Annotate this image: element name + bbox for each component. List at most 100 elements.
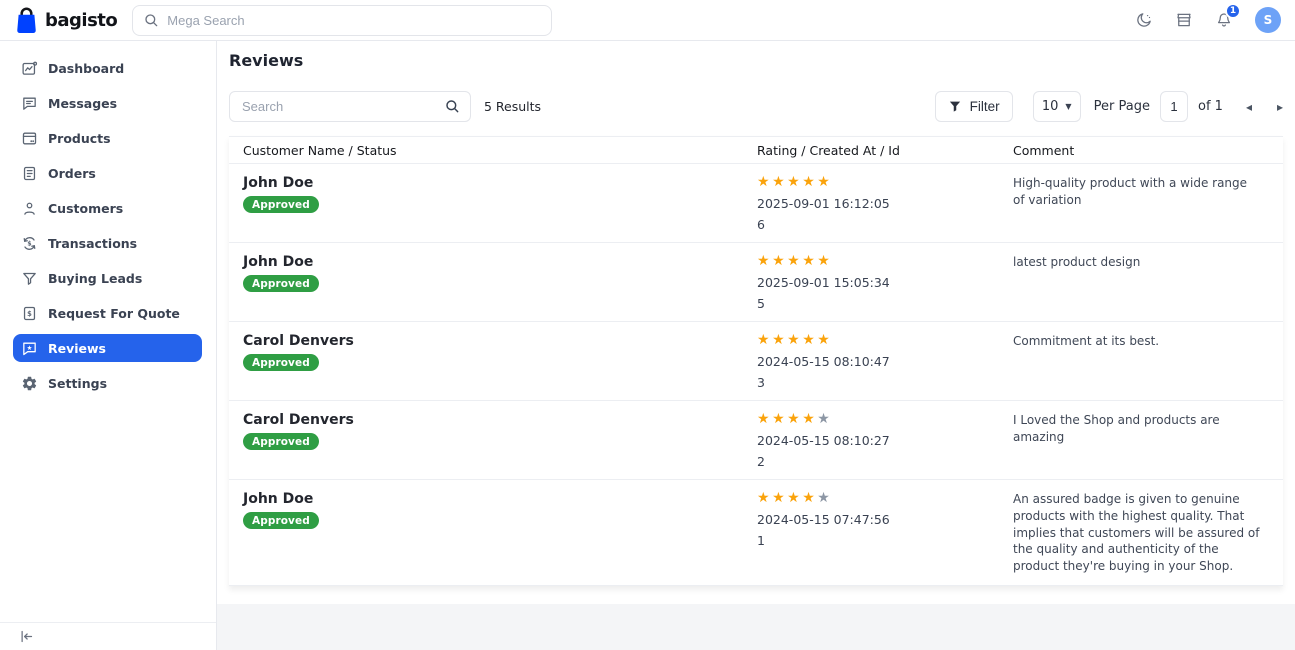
review-id: 3: [757, 375, 1013, 390]
customer-name: Carol Denvers: [243, 333, 757, 349]
mega-search-input[interactable]: [132, 5, 552, 36]
review-id: 2: [757, 454, 1013, 469]
status-badge: Approved: [243, 512, 319, 529]
user-avatar[interactable]: S: [1255, 7, 1281, 33]
per-page-label: Per Page: [1094, 99, 1150, 114]
collapse-sidebar-icon[interactable]: [19, 629, 34, 644]
page-background: [217, 604, 1295, 650]
star-icon: ★: [817, 253, 832, 269]
status-badge: Approved: [243, 275, 319, 292]
logo[interactable]: bagisto: [14, 7, 117, 34]
dashboard-icon: [20, 59, 38, 77]
sidebar-item-messages[interactable]: Messages: [13, 89, 202, 117]
table-row[interactable]: Carol Denvers Approved ★★★★★ 2024-05-15 …: [229, 322, 1283, 401]
rating-stars: ★★★★★: [757, 175, 1013, 189]
settings-icon: [20, 374, 38, 392]
review-comment: High-quality product with a wide range o…: [1013, 164, 1283, 242]
rating-stars: ★★★★★: [757, 491, 1013, 505]
created-at: 2024-05-15 08:10:27: [757, 433, 1013, 448]
status-badge: Approved: [243, 196, 319, 213]
column-header: Customer Name / Status: [229, 143, 757, 158]
mega-search: [132, 5, 552, 36]
svg-text:★: ★: [26, 343, 32, 351]
star-icon: ★: [787, 332, 802, 348]
sidebar: Dashboard Messages Products Orders Customers…: [0, 41, 217, 650]
funnel-icon: [948, 100, 962, 113]
sidebar-item-products[interactable]: Products: [13, 124, 202, 152]
notifications-bell-icon[interactable]: 1: [1215, 11, 1233, 29]
star-icon: ★: [787, 411, 802, 427]
customers-icon: [20, 199, 38, 217]
sidebar-item-reviews[interactable]: ★ Reviews: [13, 334, 202, 362]
per-page-select[interactable]: 10 ▼: [1033, 91, 1081, 122]
column-header: Comment: [1013, 143, 1283, 158]
review-id: 6: [757, 217, 1013, 232]
star-icon: ★: [772, 253, 787, 269]
review-comment: Commitment at its best.: [1013, 322, 1283, 400]
filter-button[interactable]: Filter: [935, 91, 1013, 122]
star-icon: ★: [802, 332, 817, 348]
star-icon: ★: [772, 490, 787, 506]
review-comment: An assured badge is given to genuine pro…: [1013, 480, 1283, 585]
table-row[interactable]: John Doe Approved ★★★★★ 2025-09-01 15:05…: [229, 243, 1283, 322]
results-count: 5 Results: [484, 99, 541, 114]
sidebar-item-buying-leads[interactable]: Buying Leads: [13, 264, 202, 292]
prev-page-icon[interactable]: ◂: [1246, 101, 1252, 113]
table-body: John Doe Approved ★★★★★ 2025-09-01 16:12…: [229, 164, 1283, 586]
table-row[interactable]: John Doe Approved ★★★★★ 2024-05-15 07:47…: [229, 480, 1283, 586]
star-icon: ★: [757, 490, 772, 506]
chevron-down-icon: ▼: [1065, 102, 1071, 111]
sidebar-item-label: Dashboard: [48, 61, 124, 76]
store-icon[interactable]: [1175, 11, 1193, 29]
svg-text:$: $: [27, 240, 31, 247]
created-at: 2024-05-15 08:10:47: [757, 354, 1013, 369]
moon-icon[interactable]: [1135, 11, 1153, 29]
shopping-bag-icon: [14, 7, 39, 34]
sidebar-item-request-for-quote[interactable]: $ Request For Quote: [13, 299, 202, 327]
star-icon: ★: [817, 174, 832, 190]
sidebar-nav: Dashboard Messages Products Orders Customers…: [0, 54, 216, 397]
per-page-value: 10: [1042, 99, 1059, 114]
current-page-input[interactable]: [1160, 91, 1188, 122]
status-badge: Approved: [243, 354, 319, 371]
sidebar-item-label: Customers: [48, 201, 123, 216]
main-content: Reviews 5 Results Filter: [217, 41, 1295, 650]
next-page-icon[interactable]: ▸: [1277, 101, 1283, 113]
sidebar-item-label: Buying Leads: [48, 271, 142, 286]
sidebar-item-customers[interactable]: Customers: [13, 194, 202, 222]
table-header-row: Customer Name / StatusRating / Created A…: [229, 136, 1283, 164]
request-for-quote-icon: $: [20, 304, 38, 322]
rating-stars: ★★★★★: [757, 254, 1013, 268]
sidebar-item-label: Reviews: [48, 341, 106, 356]
reviews-icon: ★: [20, 339, 38, 357]
created-at: 2025-09-01 16:12:05: [757, 196, 1013, 211]
rating-stars: ★★★★★: [757, 333, 1013, 347]
created-at: 2025-09-01 15:05:34: [757, 275, 1013, 290]
header-actions: 1 S: [1135, 7, 1281, 33]
search-icon[interactable]: [444, 98, 460, 118]
search-icon: [143, 12, 159, 32]
sidebar-item-label: Request For Quote: [48, 306, 180, 321]
page-title: Reviews: [229, 51, 1283, 70]
sidebar-item-label: Transactions: [48, 236, 137, 251]
review-comment: I Loved the Shop and products are amazin…: [1013, 401, 1283, 479]
sidebar-item-label: Settings: [48, 376, 107, 391]
star-icon: ★: [772, 411, 787, 427]
star-icon: ★: [787, 174, 802, 190]
table-row[interactable]: Carol Denvers Approved ★★★★★ 2024-05-15 …: [229, 401, 1283, 480]
star-icon: ★: [757, 253, 772, 269]
review-id: 5: [757, 296, 1013, 311]
status-badge: Approved: [243, 433, 319, 450]
customer-name: John Doe: [243, 254, 757, 270]
table-row[interactable]: John Doe Approved ★★★★★ 2025-09-01 16:12…: [229, 164, 1283, 243]
sidebar-item-settings[interactable]: Settings: [13, 369, 202, 397]
column-header: Rating / Created At / Id: [757, 143, 1013, 158]
sidebar-item-dashboard[interactable]: Dashboard: [13, 54, 202, 82]
orders-icon: [20, 164, 38, 182]
sidebar-item-label: Messages: [48, 96, 117, 111]
logo-text: bagisto: [45, 10, 117, 31]
sidebar-item-orders[interactable]: Orders: [13, 159, 202, 187]
grid-search-input[interactable]: [229, 91, 471, 122]
sidebar-item-transactions[interactable]: $ Transactions: [13, 229, 202, 257]
star-icon: ★: [757, 411, 772, 427]
